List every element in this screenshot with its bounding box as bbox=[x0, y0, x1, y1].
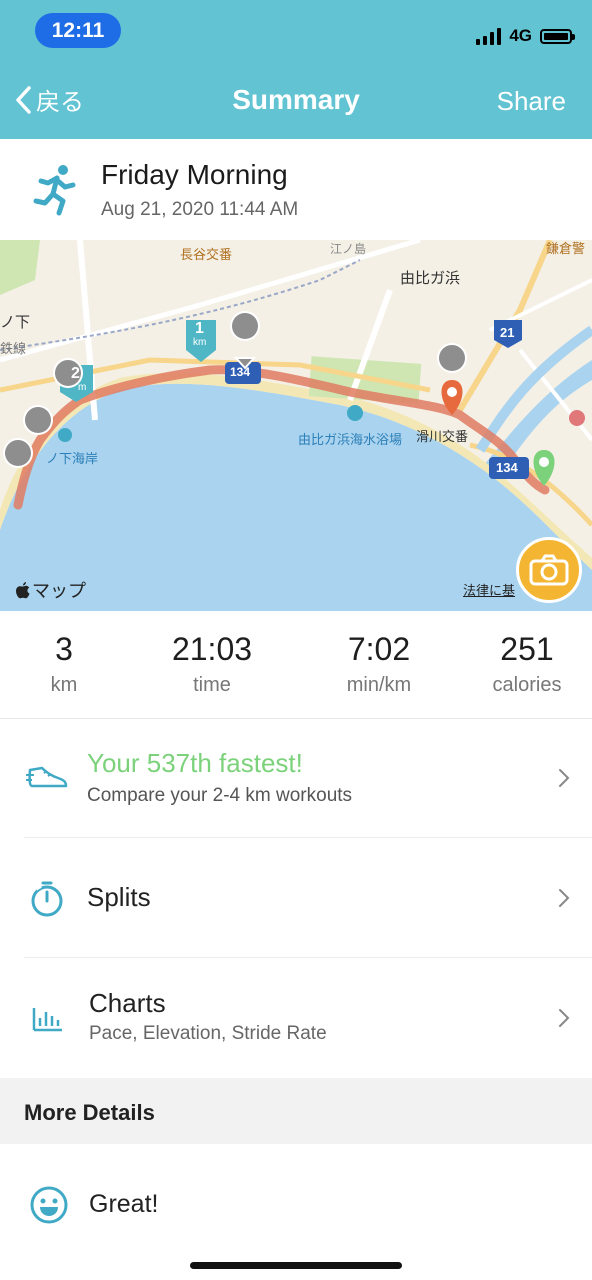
chevron-right-icon bbox=[559, 769, 570, 787]
camera-button[interactable] bbox=[516, 537, 582, 603]
feeling-row[interactable]: Great! bbox=[0, 1144, 592, 1264]
maps-label: マップ bbox=[32, 581, 86, 601]
fastest-subtitle: Compare your 2-4 km workouts bbox=[87, 785, 353, 806]
activity-date: Aug 21, 2020 11:44 AM bbox=[101, 199, 299, 220]
map-label-rail: 鉄線 bbox=[0, 341, 27, 356]
fastest-row[interactable]: Your 537th fastest! Compare your 2-4 km … bbox=[0, 718, 592, 838]
stat-distance-value: 3 bbox=[55, 631, 73, 667]
stat-time-unit: time bbox=[193, 674, 231, 696]
stat-distance-unit: km bbox=[50, 674, 78, 696]
stat-calories: 251 calories bbox=[477, 631, 577, 697]
activity-header: Friday Morning Aug 21, 2020 11:44 AM bbox=[0, 139, 592, 240]
stat-calories-value: 251 bbox=[500, 631, 554, 667]
map-canvas bbox=[0, 240, 592, 611]
stat-calories-unit: calories bbox=[492, 674, 562, 696]
charts-label: Charts bbox=[89, 988, 166, 1018]
fastest-title: Your 537th fastest! bbox=[87, 748, 303, 778]
map-label-beach: 由比ガ浜海水浴場 bbox=[298, 432, 403, 447]
activity-title: Friday Morning bbox=[101, 159, 288, 190]
share-button[interactable]: Share bbox=[497, 86, 566, 117]
signal-icon bbox=[476, 27, 502, 45]
km-marker-2-value: 2 bbox=[71, 365, 80, 382]
stats-bar: 3 km 21:03 time 7:02 min/km 251 calories bbox=[0, 611, 592, 719]
more-details-label: More Details bbox=[24, 1100, 155, 1125]
smiley-icon bbox=[30, 1186, 68, 1224]
charts-row[interactable]: Charts Pace, Elevation, Stride Rate bbox=[0, 958, 592, 1078]
map-label-yuigahama: 由比ガ浜 bbox=[400, 270, 461, 287]
map-label-hase: 長谷交番 bbox=[180, 247, 233, 262]
stat-pace-value: 7:02 bbox=[347, 631, 411, 667]
stat-pace-unit: min/km bbox=[346, 674, 412, 696]
chevron-right-icon bbox=[559, 889, 570, 907]
runner-icon bbox=[33, 165, 76, 216]
map-label-enoden: 江ノ島 bbox=[330, 242, 367, 256]
battery-icon bbox=[540, 28, 575, 44]
status-time: 12:11 bbox=[35, 13, 121, 48]
legal-link[interactable]: 法律に基 bbox=[463, 580, 515, 599]
route-134-label-a: 134 bbox=[230, 365, 251, 379]
bar-chart-icon bbox=[32, 1008, 62, 1032]
top-bar: 12:11 4G 戻る Summary Share bbox=[0, 0, 592, 139]
stat-pace: 7:02 min/km bbox=[319, 631, 439, 697]
camera-icon bbox=[529, 554, 569, 586]
route-134-label-b: 134 bbox=[496, 460, 518, 475]
network-type: 4G bbox=[509, 26, 532, 45]
stat-time: 21:03 time bbox=[152, 631, 272, 697]
feeling-label: Great! bbox=[89, 1190, 159, 1218]
shoe-icon bbox=[26, 766, 68, 788]
home-indicator[interactable] bbox=[190, 1262, 402, 1269]
chevron-right-icon bbox=[559, 1009, 570, 1027]
route-map[interactable]: 長谷交番 江ノ島 鎌倉警 由比ガ浜 ノ下 鉄線 ノ下海岸 由比ガ浜海水浴場 滑川… bbox=[0, 240, 592, 611]
nav-bar: 戻る Summary Share bbox=[0, 68, 592, 138]
splits-label: Splits bbox=[87, 882, 151, 912]
map-label-kamakura: 鎌倉警 bbox=[546, 241, 586, 256]
km-marker-2-unit: m bbox=[78, 382, 87, 393]
charts-subtitle: Pace, Elevation, Stride Rate bbox=[89, 1023, 327, 1044]
map-label-namerikawa: 滑川交番 bbox=[416, 429, 469, 444]
more-details-header: More Details bbox=[0, 1078, 592, 1144]
stat-time-value: 21:03 bbox=[171, 631, 253, 667]
km-marker-1-value: 1 bbox=[195, 320, 204, 337]
splits-row[interactable]: Splits bbox=[0, 838, 592, 958]
stat-distance: 3 km bbox=[24, 631, 104, 697]
route-21-label: 21 bbox=[500, 325, 515, 340]
map-label-beach-left: ノ下海岸 bbox=[46, 451, 99, 466]
status-indicators: 4G bbox=[476, 22, 575, 50]
km-marker-1-unit: km bbox=[193, 337, 207, 348]
apple-maps-attribution: マップ bbox=[16, 577, 86, 603]
map-label-noshita: ノ下 bbox=[0, 314, 31, 331]
apple-logo-icon bbox=[16, 581, 30, 598]
stopwatch-icon bbox=[31, 881, 63, 917]
